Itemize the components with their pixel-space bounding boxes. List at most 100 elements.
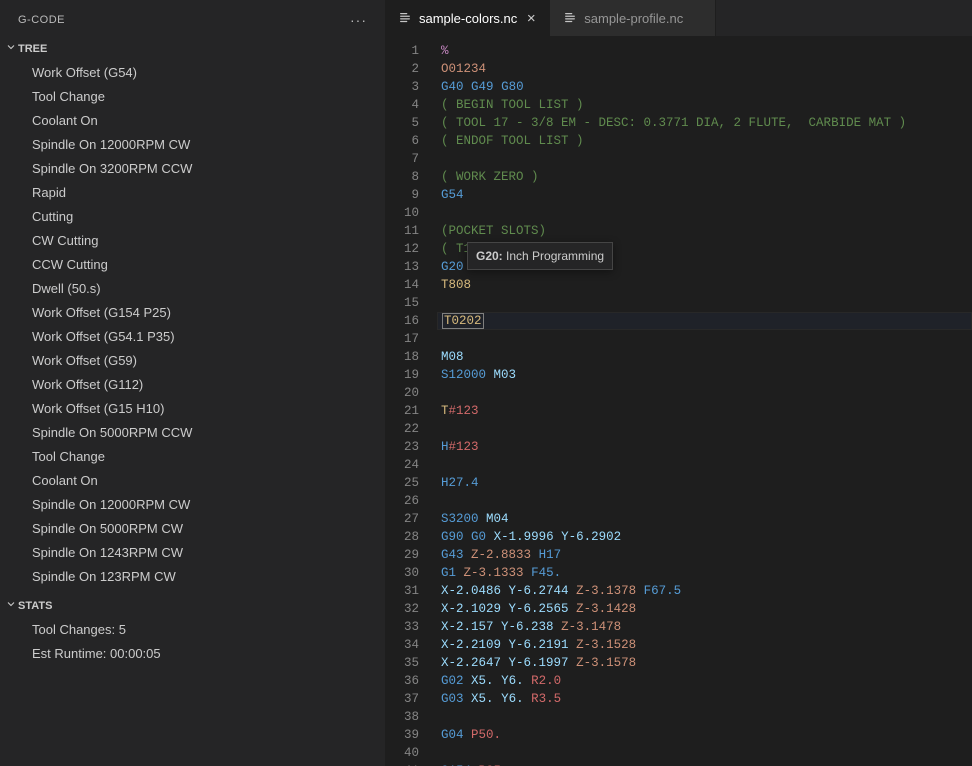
- code-line[interactable]: X-2.0486 Y-6.2744 Z-3.1378 F67.5: [437, 582, 972, 600]
- line-number: 33: [385, 618, 419, 636]
- code-line[interactable]: M08: [437, 348, 972, 366]
- tree-item[interactable]: Cutting: [0, 205, 385, 229]
- code-line[interactable]: X-2.2109 Y-6.2191 Z-3.1528: [437, 636, 972, 654]
- code-line[interactable]: %: [437, 42, 972, 60]
- tooltip-desc: Inch Programming: [503, 249, 604, 263]
- code-line[interactable]: [437, 204, 972, 222]
- tab-label: sample-colors.nc: [419, 11, 517, 26]
- tab-label: sample-profile.nc: [584, 11, 683, 26]
- tooltip-code: G20:: [476, 249, 503, 263]
- line-number: 41: [385, 762, 419, 766]
- code-line[interactable]: X-2.2647 Y-6.1997 Z-3.1578: [437, 654, 972, 672]
- code-line[interactable]: [437, 294, 972, 312]
- line-number: 10: [385, 204, 419, 222]
- tree-item[interactable]: Spindle On 12000RPM CW: [0, 133, 385, 157]
- code-line[interactable]: G90 G0 X-1.9996 Y-6.2902: [437, 528, 972, 546]
- code-line[interactable]: ( BEGIN TOOL LIST ): [437, 96, 972, 114]
- code-line[interactable]: [437, 150, 972, 168]
- code-area[interactable]: 1234567891011121314151617181920212223242…: [385, 36, 972, 766]
- code-line[interactable]: X-2.157 Y-6.238 Z-3.1478: [437, 618, 972, 636]
- code-line[interactable]: ( TOOL 17 - 3/8 EM - DESC: 0.3771 DIA, 2…: [437, 114, 972, 132]
- code-line[interactable]: [437, 330, 972, 348]
- code-line[interactable]: [437, 456, 972, 474]
- code-line[interactable]: X-2.1029 Y-6.2565 Z-3.1428: [437, 600, 972, 618]
- tree-item[interactable]: Spindle On 12000RPM CW: [0, 493, 385, 517]
- code-line[interactable]: G04 P50.: [437, 726, 972, 744]
- tab-bar: sample-colors.nc × sample-profile.nc: [385, 0, 972, 36]
- line-number: 3: [385, 78, 419, 96]
- file-icon: [562, 10, 578, 26]
- tree-item[interactable]: Work Offset (G154 P25): [0, 301, 385, 325]
- tree-item[interactable]: Coolant On: [0, 469, 385, 493]
- tree-item[interactable]: Tool Change: [0, 85, 385, 109]
- code-line[interactable]: [437, 744, 972, 762]
- line-number: 7: [385, 150, 419, 168]
- code-line[interactable]: G03 X5. Y6. R3.5: [437, 690, 972, 708]
- tab[interactable]: sample-profile.nc: [550, 0, 716, 36]
- code-content[interactable]: %O01234G40 G49 G80( BEGIN TOOL LIST )( T…: [437, 42, 972, 766]
- tree-item[interactable]: CW Cutting: [0, 229, 385, 253]
- code-line[interactable]: [437, 492, 972, 510]
- code-line[interactable]: ( WORK ZERO ): [437, 168, 972, 186]
- line-number: 39: [385, 726, 419, 744]
- code-line[interactable]: G54: [437, 186, 972, 204]
- line-number: 11: [385, 222, 419, 240]
- line-number: 13: [385, 258, 419, 276]
- line-number: 20: [385, 384, 419, 402]
- line-number: 36: [385, 672, 419, 690]
- code-line[interactable]: S3200 M04: [437, 510, 972, 528]
- code-line[interactable]: [437, 384, 972, 402]
- line-number: 2: [385, 60, 419, 78]
- chevron-down-icon: [4, 41, 18, 56]
- tree-section-header[interactable]: TREE: [0, 38, 385, 59]
- stats-section-header[interactable]: STATS: [0, 595, 385, 616]
- code-line[interactable]: G43 Z-2.8833 H17: [437, 546, 972, 564]
- code-line[interactable]: G02 X5. Y6. R2.0: [437, 672, 972, 690]
- code-line[interactable]: T#123: [437, 402, 972, 420]
- line-number: 35: [385, 654, 419, 672]
- line-number: 4: [385, 96, 419, 114]
- tree-item[interactable]: Work Offset (G54): [0, 61, 385, 85]
- tree-item[interactable]: Work Offset (G59): [0, 349, 385, 373]
- code-line[interactable]: G154 P25: [437, 762, 972, 766]
- code-line[interactable]: O01234: [437, 60, 972, 78]
- tree-item[interactable]: Coolant On: [0, 109, 385, 133]
- more-icon[interactable]: ···: [344, 10, 373, 30]
- tree-item[interactable]: Spindle On 3200RPM CCW: [0, 157, 385, 181]
- code-line[interactable]: [437, 420, 972, 438]
- sidebar-header: G-CODE ···: [0, 0, 385, 38]
- tab[interactable]: sample-colors.nc ×: [385, 0, 550, 36]
- line-number: 27: [385, 510, 419, 528]
- line-number: 34: [385, 636, 419, 654]
- tree-item[interactable]: Spindle On 5000RPM CCW: [0, 421, 385, 445]
- code-line[interactable]: [437, 708, 972, 726]
- close-icon[interactable]: ×: [523, 10, 539, 26]
- line-number: 32: [385, 600, 419, 618]
- code-line[interactable]: G40 G49 G80: [437, 78, 972, 96]
- tree-item[interactable]: Tool Change: [0, 445, 385, 469]
- file-icon: [397, 10, 413, 26]
- code-line[interactable]: G1 Z-3.1333 F45.: [437, 564, 972, 582]
- code-line[interactable]: ( ENDOF TOOL LIST ): [437, 132, 972, 150]
- code-line[interactable]: T0202: [437, 312, 972, 330]
- code-line[interactable]: H#123: [437, 438, 972, 456]
- code-line[interactable]: S12000 M03: [437, 366, 972, 384]
- line-number: 28: [385, 528, 419, 546]
- line-number: 26: [385, 492, 419, 510]
- sidebar: G-CODE ··· TREE Work Offset (G54)Tool Ch…: [0, 0, 385, 766]
- tree-item[interactable]: Work Offset (G54.1 P35): [0, 325, 385, 349]
- tree-item[interactable]: Spindle On 123RPM CW: [0, 565, 385, 589]
- tree-item[interactable]: Spindle On 1243RPM CW: [0, 541, 385, 565]
- line-number: 8: [385, 168, 419, 186]
- code-line[interactable]: (POCKET SLOTS): [437, 222, 972, 240]
- code-line[interactable]: T808: [437, 276, 972, 294]
- tree-item[interactable]: Work Offset (G15 H10): [0, 397, 385, 421]
- tree-item[interactable]: CCW Cutting: [0, 253, 385, 277]
- tree-item[interactable]: Spindle On 5000RPM CW: [0, 517, 385, 541]
- tree-item[interactable]: Rapid: [0, 181, 385, 205]
- code-line[interactable]: H27.4: [437, 474, 972, 492]
- tree-item[interactable]: Work Offset (G112): [0, 373, 385, 397]
- line-number: 19: [385, 366, 419, 384]
- line-number: 38: [385, 708, 419, 726]
- tree-item[interactable]: Dwell (50.s): [0, 277, 385, 301]
